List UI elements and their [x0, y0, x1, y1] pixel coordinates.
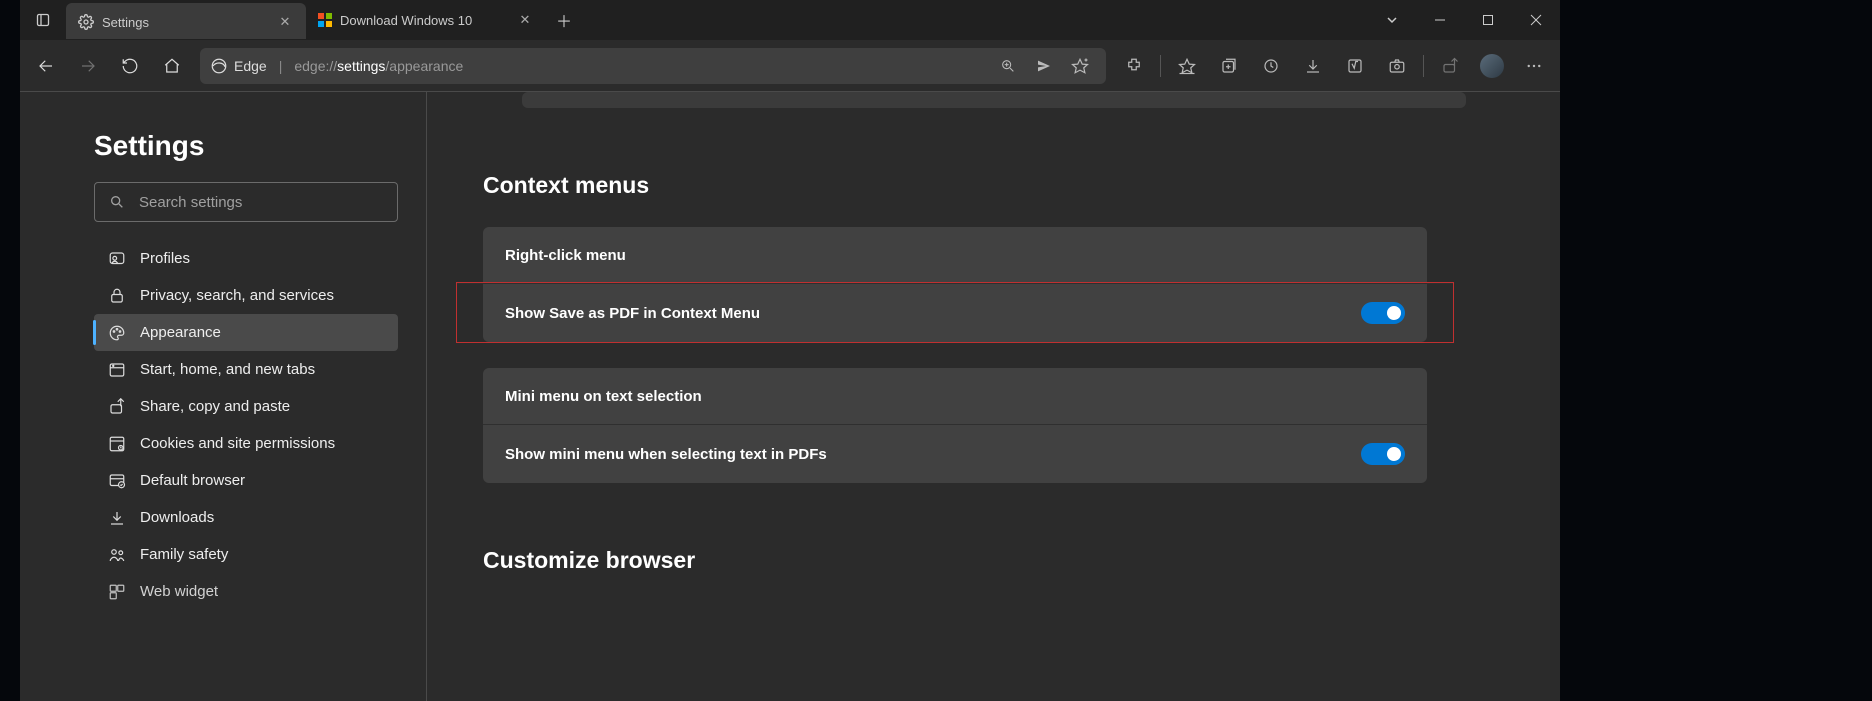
history-icon[interactable] — [1251, 47, 1291, 85]
downloads-icon[interactable] — [1293, 47, 1333, 85]
address-bar[interactable]: Edge | edge://settings/appearance — [200, 48, 1106, 84]
toggle-save-as-pdf[interactable] — [1361, 302, 1405, 324]
cookie-icon — [108, 435, 126, 453]
sidebar-item-downloads[interactable]: Downloads — [94, 499, 398, 536]
favorite-icon[interactable] — [1064, 50, 1096, 82]
refresh-button[interactable] — [110, 47, 150, 85]
card-right-click: Right-click menu Show Save as PDF in Con… — [483, 227, 1427, 342]
home-button[interactable] — [152, 47, 192, 85]
previous-card-tail — [522, 92, 1466, 108]
section-customize-browser: Customize browser — [483, 547, 1504, 574]
tab-label: Download Windows 10 — [340, 13, 472, 28]
search-icon — [109, 194, 125, 210]
browser-icon — [108, 472, 126, 490]
zoom-icon[interactable] — [992, 50, 1024, 82]
tab-download-windows[interactable]: Download Windows 10 ✕ — [306, 2, 546, 38]
window-minimize[interactable] — [1416, 0, 1464, 40]
title-bar-right — [1368, 0, 1560, 40]
edge-icon — [210, 57, 228, 75]
sidebar-item-share[interactable]: Share, copy and paste — [94, 388, 398, 425]
row-save-as-pdf[interactable]: Show Save as PDF in Context Menu — [457, 283, 1453, 342]
toolbar-right — [1114, 47, 1554, 85]
row-right-click-menu: Right-click menu — [483, 227, 1427, 283]
toolbar: Edge | edge://settings/appearance — [20, 40, 1560, 92]
tab-actions-menu[interactable] — [20, 0, 66, 40]
forward-button[interactable] — [68, 47, 108, 85]
row-label: Show mini menu when selecting text in PD… — [505, 446, 827, 463]
extensions-icon[interactable] — [1114, 47, 1154, 85]
sidebar-item-profiles[interactable]: Profiles — [94, 240, 398, 277]
window-icon — [108, 361, 126, 379]
sidebar-item-appearance[interactable]: Appearance — [94, 314, 398, 351]
row-label: Mini menu on text selection — [505, 388, 702, 405]
tab-label: Settings — [102, 15, 149, 30]
sidebar-item-cookies[interactable]: Cookies and site permissions — [94, 425, 398, 462]
nav-label: Share, copy and paste — [140, 398, 290, 415]
window-close[interactable] — [1512, 0, 1560, 40]
browser-window: Settings ✕ Download Windows 10 ✕ ＋ E — [20, 0, 1560, 701]
nav-label: Web widget — [140, 583, 218, 600]
profile-icon — [108, 250, 126, 268]
more-menu-icon[interactable] — [1514, 47, 1554, 85]
share-icon — [108, 398, 126, 416]
row-label: Right-click menu — [505, 247, 626, 264]
toggle-mini-menu-pdf[interactable] — [1361, 443, 1405, 465]
lock-icon — [108, 287, 126, 305]
sidebar-item-family[interactable]: Family safety — [94, 536, 398, 573]
tab-close-button[interactable]: ✕ — [276, 13, 294, 31]
sidebar-item-privacy[interactable]: Privacy, search, and services — [94, 277, 398, 314]
toolbar-separator — [1423, 55, 1424, 77]
tab-settings[interactable]: Settings ✕ — [66, 3, 306, 39]
math-solver-icon[interactable] — [1335, 47, 1375, 85]
settings-sidebar: Settings Search settings Profiles Privac… — [20, 92, 427, 701]
tab-strip: Settings ✕ Download Windows 10 ✕ ＋ — [20, 0, 1560, 40]
url-text: edge://settings/appearance — [294, 58, 463, 74]
nav-label: Cookies and site permissions — [140, 435, 335, 452]
new-tab-button[interactable]: ＋ — [546, 8, 582, 32]
profile-avatar[interactable] — [1472, 47, 1512, 85]
address-separator: | — [279, 58, 283, 74]
sidebar-item-default-browser[interactable]: Default browser — [94, 462, 398, 499]
row-label: Show Save as PDF in Context Menu — [505, 305, 760, 322]
toolbar-separator — [1160, 55, 1161, 77]
card-mini-menu: Mini menu on text selection Show mini me… — [483, 368, 1427, 483]
address-bar-actions — [992, 50, 1096, 82]
nav-label: Start, home, and new tabs — [140, 361, 315, 378]
collections-icon[interactable] — [1209, 47, 1249, 85]
page-content: Settings Search settings Profiles Privac… — [20, 92, 1560, 701]
site-identity-label: Edge — [234, 58, 267, 74]
search-placeholder: Search settings — [139, 194, 242, 211]
settings-search[interactable]: Search settings — [94, 182, 398, 222]
nav-label: Privacy, search, and services — [140, 287, 334, 304]
nav-label: Downloads — [140, 509, 214, 526]
settings-main: Context menus Right-click menu Show Save… — [427, 92, 1560, 701]
desktop-background-right — [1560, 0, 1872, 701]
window-maximize[interactable] — [1464, 0, 1512, 40]
nav-label: Default browser — [140, 472, 245, 489]
nav-label: Family safety — [140, 546, 228, 563]
section-context-menus: Context menus — [483, 172, 1504, 199]
sidebar-item-start[interactable]: Start, home, and new tabs — [94, 351, 398, 388]
family-icon — [108, 546, 126, 564]
row-mini-menu-pdf[interactable]: Show mini menu when selecting text in PD… — [483, 424, 1427, 483]
gear-icon — [78, 14, 94, 30]
page-title: Settings — [94, 130, 394, 162]
tab-close-button[interactable]: ✕ — [516, 11, 534, 29]
sidebar-item-web-widget[interactable]: Web widget — [94, 573, 398, 610]
share-icon[interactable] — [1430, 47, 1470, 85]
widget-icon — [108, 583, 126, 601]
send-icon[interactable] — [1028, 50, 1060, 82]
palette-icon — [108, 324, 126, 342]
site-identity: Edge — [210, 57, 267, 75]
nav-label: Profiles — [140, 250, 190, 267]
row-mini-menu-header: Mini menu on text selection — [483, 368, 1427, 424]
nav-label: Appearance — [140, 324, 221, 341]
desktop-background-left — [0, 0, 20, 701]
screenshot-icon[interactable] — [1377, 47, 1417, 85]
back-button[interactable] — [26, 47, 66, 85]
tab-dropdown-icon[interactable] — [1368, 0, 1416, 40]
favorites-icon[interactable] — [1167, 47, 1207, 85]
download-icon — [108, 509, 126, 527]
windows-icon — [318, 13, 332, 27]
